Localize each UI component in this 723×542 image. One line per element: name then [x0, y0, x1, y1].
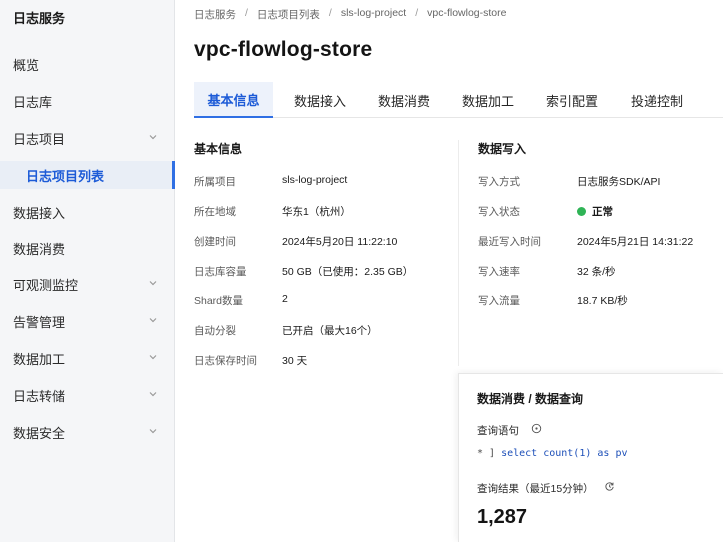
sidebar-item-label: 可观测监控 [13, 277, 79, 293]
query-result-value: 1,287 [477, 506, 528, 528]
tab-data-consume[interactable]: 数据消费 [365, 82, 443, 118]
sidebar-item-log-shipping[interactable]: 日志转储 [0, 381, 175, 409]
chevron-down-icon [149, 429, 157, 434]
write-value: 18.7 KB/秒 [577, 295, 628, 307]
sidebar-item-data-ingest[interactable]: 数据接入 [0, 198, 175, 226]
breadcrumb-separator: / [245, 7, 248, 19]
write-label: 写入流量 [478, 295, 520, 307]
tab-delivery-control[interactable]: 投递控制 [617, 82, 697, 118]
chevron-down-icon [149, 281, 157, 286]
query-statement[interactable]: * ] select count(1) as pv [477, 448, 628, 459]
chevron-down-icon [149, 318, 157, 323]
sidebar-item-label: 告警管理 [13, 314, 66, 330]
sidebar-item-label: 日志转储 [13, 388, 66, 404]
write-value: 2024年5月21日 14:31:22 [577, 236, 694, 248]
sidebar: 日志服务 概览 日志库 日志项目 日志项目列表 数据接入 数据消费 可观测监控 … [0, 0, 175, 542]
status-text: 正常 [592, 206, 613, 218]
query-statement-label: 查询语句 [477, 425, 519, 437]
info-value: 2024年5月20日 11:22:10 [282, 236, 398, 248]
sidebar-item-label: 日志库 [13, 94, 53, 110]
sidebar-item-data-consume[interactable]: 数据消费 [0, 234, 175, 262]
write-label: 写入状态 [478, 206, 520, 218]
sidebar-item-label: 数据加工 [13, 351, 66, 367]
sidebar-item-label: 数据接入 [13, 205, 66, 221]
refresh-icon[interactable] [604, 481, 615, 492]
info-label: 所在地域 [194, 206, 236, 218]
sidebar-item-projects[interactable]: 日志项目 [0, 124, 175, 152]
chevron-down-icon [149, 135, 157, 140]
sidebar-item-overview[interactable]: 概览 [0, 50, 175, 78]
sidebar-item-label: 数据消费 [13, 241, 66, 257]
breadcrumb-item[interactable]: 日志项目列表 [257, 7, 320, 22]
sidebar-item-alerts[interactable]: 告警管理 [0, 307, 175, 335]
page-title: vpc-flowlog-store [194, 38, 373, 61]
sidebar-item-label: 概览 [13, 57, 40, 73]
write-value: 日志服务SDK/API [577, 176, 661, 188]
info-value: 50 GB（已使用：2.35 GB） [282, 266, 414, 278]
sidebar-item-data-security[interactable]: 数据安全 [0, 418, 175, 446]
chevron-down-icon [149, 392, 157, 397]
write-label: 写入速率 [478, 266, 520, 278]
main-content: 日志服务 / 日志项目列表 / sls-log-project / vpc-fl… [176, 0, 723, 542]
info-value: 30 天 [282, 355, 308, 367]
sidebar-item-project-list[interactable]: 日志项目列表 [0, 161, 175, 189]
data-write-title: 数据写入 [478, 142, 527, 156]
tab-data-processing[interactable]: 数据加工 [449, 82, 527, 118]
status-ok-icon [577, 207, 586, 216]
info-value: 2 [282, 293, 288, 305]
info-label: 日志保存时间 [194, 355, 257, 367]
info-label: 创建时间 [194, 236, 236, 248]
sidebar-item-data-processing[interactable]: 数据加工 [0, 344, 175, 372]
info-label: 自动分裂 [194, 325, 236, 337]
breadcrumb-item[interactable]: 日志服务 [194, 7, 236, 22]
basic-info-title: 基本信息 [194, 142, 243, 156]
write-label: 最近写入时间 [478, 236, 541, 248]
breadcrumb-separator: / [415, 7, 419, 19]
write-value: 32 条/秒 [577, 266, 616, 278]
info-value: 已开启（最大16个） [282, 325, 378, 337]
tab-basic-info[interactable]: 基本信息 [194, 82, 273, 118]
info-label: 所属项目 [194, 176, 236, 188]
tab-bar: 基本信息 数据接入 数据消费 数据加工 索引配置 投递控制 [194, 82, 723, 118]
sidebar-item-label: 日志项目 [13, 131, 66, 147]
breadcrumb-current: vpc-flowlog-store [427, 7, 507, 19]
sidebar-item-logstore[interactable]: 日志库 [0, 87, 175, 115]
tab-index-config[interactable]: 索引配置 [533, 82, 611, 118]
info-value: sls-log-project [282, 174, 348, 186]
sidebar-item-label: 日志项目列表 [26, 168, 105, 184]
chevron-down-icon [149, 355, 157, 360]
sidebar-item-label: 数据安全 [13, 425, 66, 441]
query-panel: 数据消费 / 数据查询 查询语句 * ] select count(1) as p… [458, 373, 723, 542]
column-divider [458, 140, 459, 366]
sidebar-title: 日志服务 [13, 11, 66, 26]
breadcrumb: 日志服务 / 日志项目列表 / sls-log-project / vpc-fl… [194, 7, 507, 22]
write-label: 写入方式 [478, 176, 520, 188]
sidebar-item-observability[interactable]: 可观测监控 [0, 270, 175, 298]
status-badge: 正常 [577, 204, 613, 219]
info-value: 华东1（杭州） [282, 206, 351, 218]
query-panel-title: 数据消费 / 数据查询 [477, 392, 584, 406]
tab-data-ingest[interactable]: 数据接入 [281, 82, 359, 118]
help-icon[interactable] [531, 423, 542, 434]
breadcrumb-separator: / [328, 7, 332, 19]
query-text: select count(1) as pv [501, 448, 628, 459]
query-result-label: 查询结果（最近15分钟） [477, 483, 594, 495]
query-prompt: * ] [477, 448, 496, 459]
info-label: Shard数量 [194, 295, 244, 307]
breadcrumb-item[interactable]: sls-log-project [341, 7, 406, 22]
info-label: 日志库容量 [194, 266, 247, 278]
